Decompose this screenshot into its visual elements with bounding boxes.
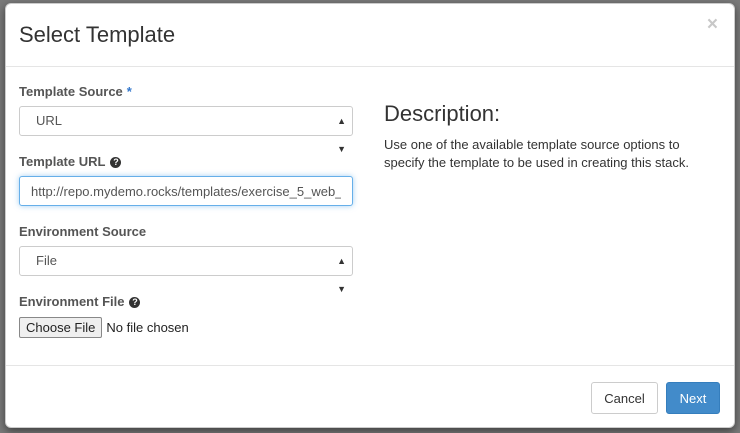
template-source-label: Template Source * <box>19 83 355 101</box>
required-marker: * <box>126 84 132 99</box>
question-circle-icon[interactable]: ? <box>129 296 141 308</box>
environment-source-select[interactable]: File ▲ ▼ <box>19 246 353 294</box>
template-source-group: Template Source * URL ▲ ▼ <box>19 83 355 154</box>
file-input: Choose File No file chosen <box>19 317 355 338</box>
cancel-button[interactable]: Cancel <box>591 382 658 414</box>
environment-source-group: Environment Source File ▲ ▼ <box>19 223 355 294</box>
template-url-label: Template URL ? <box>19 153 355 171</box>
file-status: No file chosen <box>106 320 189 335</box>
environment-source-label-text: Environment Source <box>19 224 147 239</box>
modal-body: Template Source * URL ▲ ▼ Template URL ? … <box>6 67 734 365</box>
environment-source-selected: File <box>36 253 57 268</box>
select-arrows-icon: ▲ ▼ <box>337 256 346 294</box>
environment-file-label-text: Environment File <box>19 294 125 309</box>
template-url-label-text: Template URL <box>19 154 106 169</box>
description-panel: Description: Use one of the available te… <box>384 100 714 172</box>
select-arrows-icon: ▲ ▼ <box>337 116 346 154</box>
close-button[interactable]: × <box>707 14 718 36</box>
modal-title: Select Template <box>19 22 176 47</box>
modal-header: Select Template × <box>6 4 734 67</box>
description-title: Description: <box>384 101 501 126</box>
template-source-select[interactable]: URL ▲ ▼ <box>19 106 353 154</box>
question-circle-icon[interactable]: ? <box>110 156 122 168</box>
choose-file-button[interactable]: Choose File <box>19 317 103 338</box>
template-url-input[interactable] <box>19 176 353 206</box>
environment-source-label: Environment Source <box>19 223 355 241</box>
environment-file-label: Environment File ? <box>19 293 355 311</box>
template-form: Template Source * URL ▲ ▼ Template URL ? … <box>19 83 355 355</box>
template-source-label-text: Template Source <box>19 84 123 99</box>
template-source-selected: URL <box>36 113 63 128</box>
next-button[interactable]: Next <box>666 382 720 414</box>
modal-footer: Cancel Next <box>6 365 734 428</box>
select-template-modal: Select Template × Template Source * URL … <box>5 3 735 428</box>
description-text: Use one of the available template source… <box>384 137 689 170</box>
environment-file-group: Environment File ? Choose File No file c… <box>19 293 355 338</box>
template-url-group: Template URL ? <box>19 153 355 206</box>
